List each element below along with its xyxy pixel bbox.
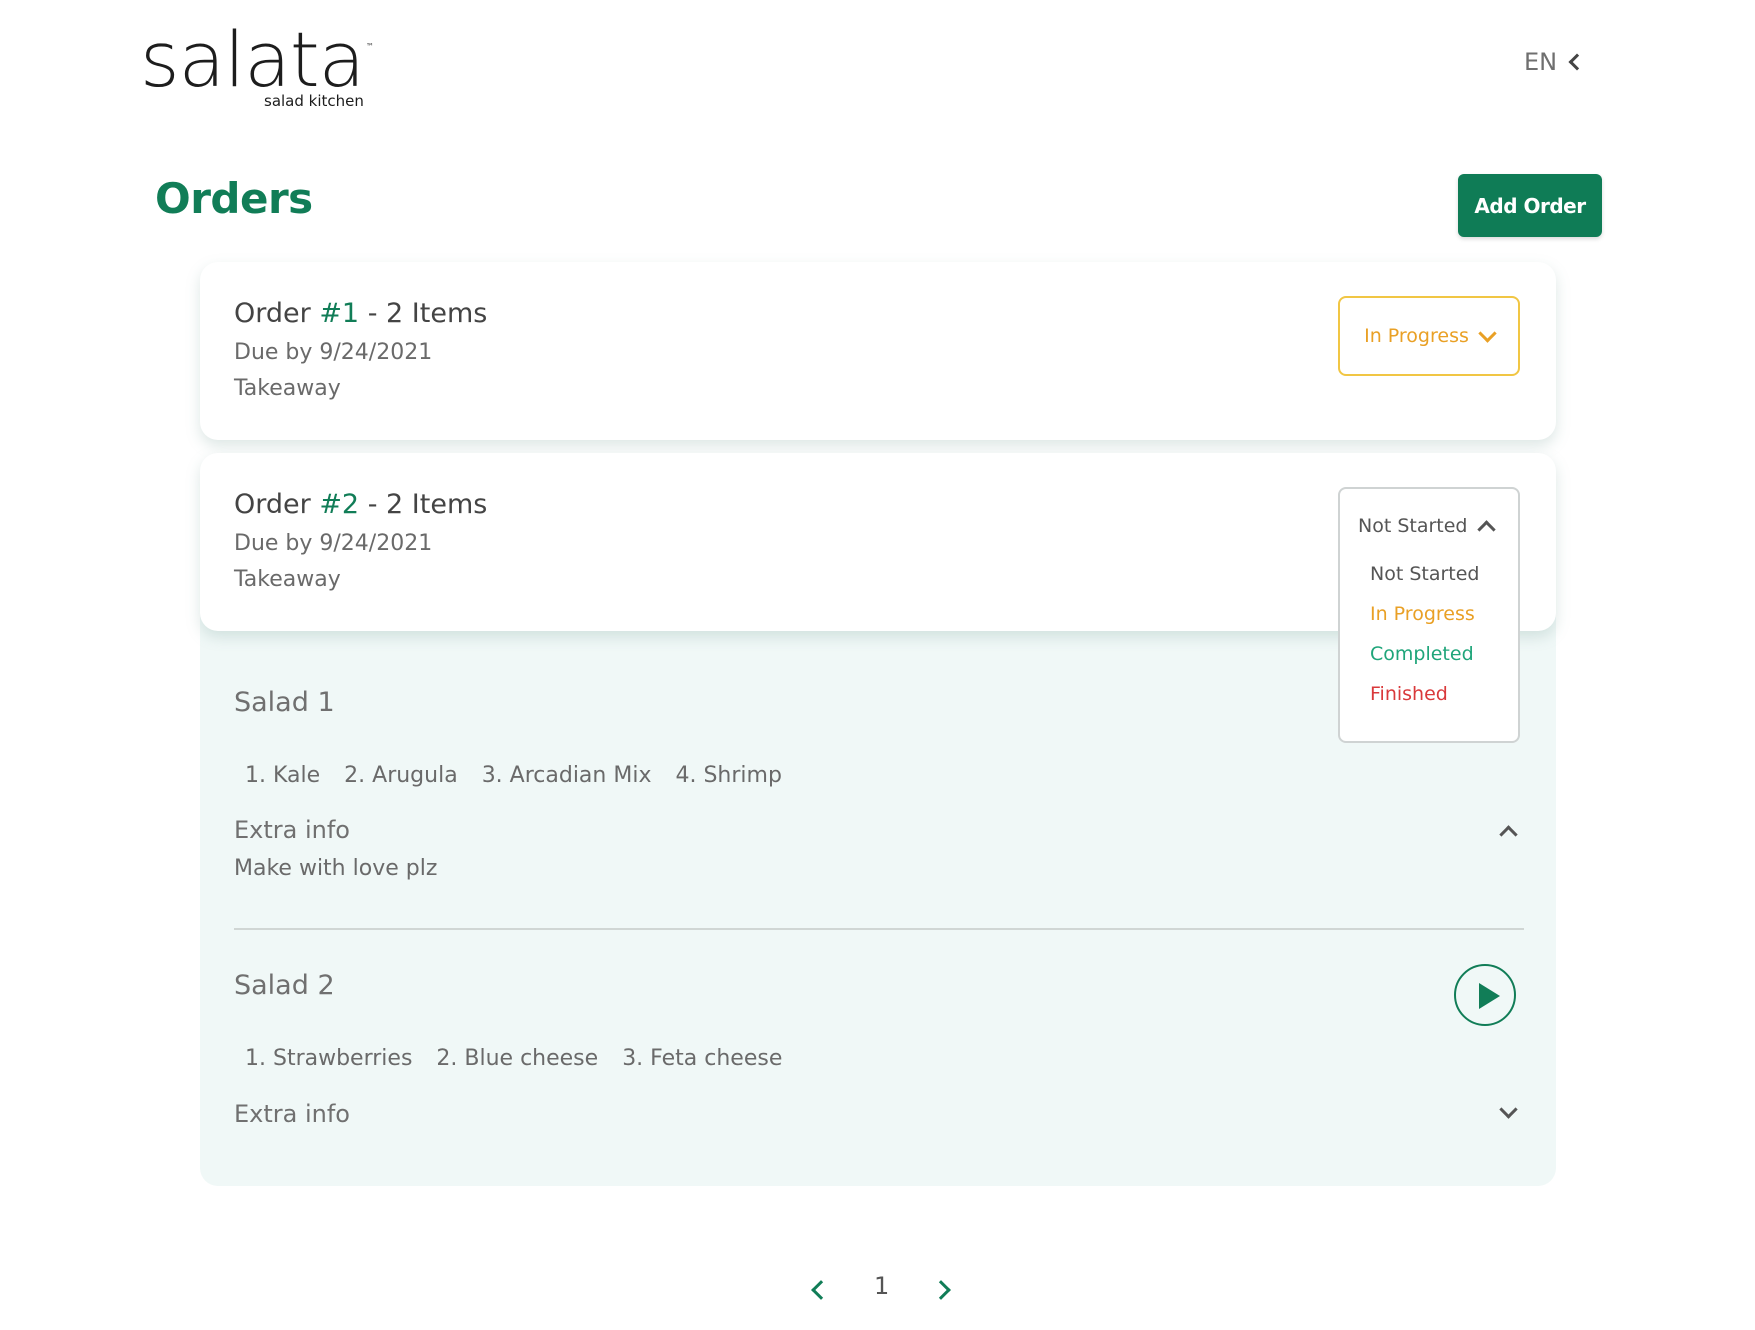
salad-title: Salad 2 (234, 970, 335, 1001)
salad-divider (234, 928, 1524, 930)
ingredient-list: 1. Strawberries 2. Blue cheese 3. Feta c… (245, 1046, 782, 1071)
language-label: EN (1524, 48, 1558, 76)
ingredient-item: 3. Feta cheese (622, 1046, 783, 1071)
status-dropdown[interactable]: In Progress (1338, 296, 1520, 376)
current-page-number[interactable]: 1 (874, 1272, 889, 1300)
next-page-button[interactable] (931, 1280, 951, 1301)
status-dropdown-open[interactable]: Not Started Not Started In Progress Comp… (1338, 487, 1520, 743)
previous-page-button[interactable] (811, 1280, 831, 1301)
page-title: Orders (155, 174, 313, 223)
ingredient-item: 3. Arcadian Mix (481, 763, 652, 788)
extra-info-text: Make with love plz (234, 856, 438, 881)
status-option-completed[interactable]: Completed (1370, 643, 1474, 665)
status-option-not-started[interactable]: Not Started (1370, 563, 1480, 585)
ingredient-item: 2. Arugula (344, 763, 458, 788)
extra-info-label: Extra info (234, 816, 350, 844)
status-dropdown-header[interactable]: Not Started (1358, 515, 1496, 539)
order-type: Takeaway (234, 567, 341, 592)
extra-info-collapse-toggle[interactable] (1496, 818, 1520, 844)
chevron-up-icon (1498, 824, 1518, 844)
order-type: Takeaway (234, 376, 341, 401)
order-title-prefix: Order (234, 298, 320, 329)
order-card[interactable]: Order #1 - 2 Items Due by 9/24/2021 Take… (200, 262, 1556, 440)
chevron-up-icon (1476, 519, 1496, 539)
order-item-count: - 2 Items (359, 489, 488, 520)
ingredient-item: 1. Strawberries (245, 1046, 413, 1071)
ingredient-list: 1. Kale 2. Arugula 3. Arcadian Mix 4. Sh… (245, 763, 782, 788)
order-number: #2 (319, 489, 360, 520)
play-icon (1479, 983, 1500, 1009)
ingredient-item: 4. Shrimp (675, 763, 782, 788)
extra-info-label: Extra info (234, 1100, 350, 1128)
status-dropdown-value: Not Started (1358, 515, 1468, 537)
order-title-prefix: Order (234, 489, 320, 520)
logo-trademark: ™ (366, 42, 374, 51)
chevron-down-icon (1498, 1099, 1518, 1119)
status-dropdown-value: In Progress (1364, 325, 1469, 347)
add-order-button[interactable]: Add Order (1458, 174, 1602, 237)
order-item-count: - 2 Items (359, 298, 488, 329)
logo-subtitle: salad kitchen (264, 92, 364, 110)
status-option-in-progress[interactable]: In Progress (1370, 603, 1475, 625)
order-due-date: Due by 9/24/2021 (234, 531, 433, 556)
pagination: 1 (808, 1272, 958, 1308)
language-selector[interactable]: EN (1524, 48, 1586, 76)
order-due-date: Due by 9/24/2021 (234, 340, 433, 365)
order-title: Order #2 - 2 Items (234, 489, 487, 520)
chevron-right-icon (931, 1280, 951, 1300)
salata-logo[interactable]: salata ™ salad kitchen (140, 22, 380, 112)
order-number: #1 (319, 298, 360, 329)
status-option-finished[interactable]: Finished (1370, 683, 1448, 705)
start-salad-button[interactable] (1454, 964, 1516, 1026)
chevron-left-icon (811, 1280, 831, 1300)
salad-title: Salad 1 (234, 687, 335, 718)
ingredient-item: 2. Blue cheese (436, 1046, 599, 1071)
chevron-down-icon (1478, 323, 1497, 343)
logo-wordmark: salata (140, 15, 365, 104)
order-title: Order #1 - 2 Items (234, 298, 487, 329)
chevron-left-icon (1568, 53, 1586, 71)
extra-info-expand-toggle[interactable] (1496, 1099, 1520, 1124)
ingredient-item: 1. Kale (245, 763, 321, 788)
